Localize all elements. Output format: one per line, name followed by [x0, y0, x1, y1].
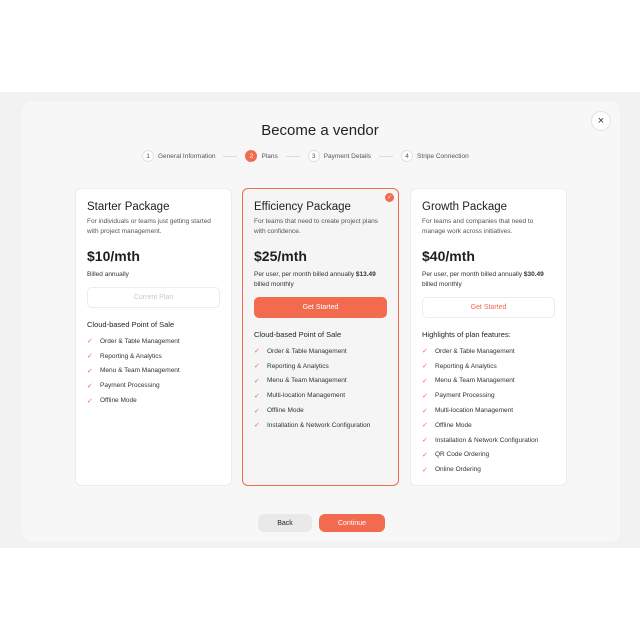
feature-item: ✓ Installation & Network Configuration	[422, 436, 539, 445]
check-icon: ✓	[254, 422, 260, 430]
plan-description: For teams that need to create project pl…	[254, 218, 378, 235]
plan-price: $40/mth	[422, 248, 475, 264]
check-icon: ✓	[422, 451, 428, 459]
get-started-button[interactable]: Get Started	[254, 297, 387, 318]
continue-button[interactable]: Continue	[319, 514, 385, 532]
feature-item: ✓ Reporting & Analytics	[254, 362, 329, 371]
check-icon: ✓	[87, 382, 93, 390]
plan-card-efficiency[interactable]: ✓ Efficiency Package For teams that need…	[242, 188, 399, 486]
feature-item: ✓ Menu & Team Management	[422, 377, 515, 385]
check-icon: ✓	[254, 407, 260, 415]
plan-description: For individuals or teams just getting st…	[87, 218, 211, 235]
check-icon: ✓	[422, 392, 428, 400]
check-icon: ✓	[87, 353, 93, 361]
step-connector	[379, 155, 394, 157]
back-button[interactable]: Back	[258, 514, 312, 532]
feature-item: ✓ Menu & Team Management	[87, 367, 180, 375]
feature-item: ✓ Payment Processing	[422, 392, 495, 400]
plan-name: Efficiency Package	[254, 201, 351, 213]
feature-item: ✓ Offline Mode	[87, 397, 137, 405]
feature-item: ✓ QR Code Ordering	[422, 451, 490, 459]
feature-item: ✓ Reporting & Analytics	[87, 352, 162, 361]
plan-billing: Per user, per month billed annually $30.…	[422, 271, 544, 288]
check-icon: ✓	[254, 363, 260, 371]
feature-item: ✓ Online Ordering	[422, 466, 481, 474]
get-started-button[interactable]: Get Started	[422, 297, 555, 318]
features-title: Cloud-based Point of Sale	[87, 320, 175, 329]
selected-check-icon: ✓	[385, 193, 394, 202]
check-icon: ✓	[87, 338, 93, 346]
check-icon: ✓	[87, 397, 93, 405]
dialog-title: Become a vendor	[261, 122, 379, 139]
feature-item: ✓ Reporting & Analytics	[422, 362, 497, 371]
feature-item: ✓ Offline Mode	[422, 421, 472, 430]
feature-item: ✓ Multi-location Management	[422, 407, 514, 415]
step-number: 3	[307, 150, 320, 162]
step-stripe-connection[interactable]: 4 Stripe Connection	[401, 150, 469, 162]
step-connector	[223, 155, 238, 157]
features-title: Cloud-based Point of Sale	[254, 330, 342, 339]
plan-description: For teams and companies that need to man…	[422, 218, 534, 235]
check-icon: ✓	[422, 407, 428, 415]
check-icon: ✓	[422, 363, 428, 371]
feature-item: ✓ Menu & Team Management	[254, 377, 347, 385]
check-icon: ✓	[254, 348, 260, 356]
feature-item: ✓ Order & Table Management	[254, 347, 347, 356]
feature-list: ✓ Order & Table Management ✓ Reporting & A…	[87, 334, 220, 408]
check-icon: ✓	[422, 377, 428, 385]
feature-item: ✓ Order & Table Management	[422, 347, 515, 356]
check-icon: ✓	[87, 367, 93, 375]
check-icon: ✓	[254, 377, 260, 385]
feature-list: ✓ Order & Table Management ✓ Reporting & A…	[422, 344, 555, 477]
plan-name: Growth Package	[422, 201, 508, 213]
plan-billing: Per user, per month billed annually $13.…	[254, 271, 376, 288]
check-icon: ✓	[422, 437, 428, 445]
stepper: 1 General Information 2 Plans 3 Payment …	[142, 149, 512, 163]
feature-item: ✓ Multi-location Management	[254, 392, 346, 400]
feature-list: ✓ Order & Table Management ✓ Reporting & A…	[254, 344, 387, 433]
plan-card-starter[interactable]: Starter Package For individuals or teams…	[75, 188, 232, 486]
plan-price: $25/mth	[254, 248, 307, 264]
check-icon: ✓	[422, 348, 428, 356]
plan-card-growth[interactable]: Growth Package For teams and companies t…	[410, 188, 567, 486]
feature-item: ✓ Installation & Network Configuration	[254, 421, 371, 430]
step-general-information[interactable]: 1 General Information	[142, 150, 215, 162]
check-icon: ✓	[254, 392, 260, 400]
step-plans[interactable]: 2 Plans	[245, 150, 278, 162]
check-icon: ✓	[422, 466, 428, 474]
step-label: Plans	[261, 152, 278, 160]
step-number: 2	[245, 150, 258, 162]
plan-name: Starter Package	[87, 201, 170, 213]
check-icon: ✓	[422, 422, 428, 430]
plan-billing: Billed annually	[87, 271, 129, 278]
step-number: 4	[401, 150, 414, 162]
step-label: General Information	[158, 152, 216, 160]
step-payment-details[interactable]: 3 Payment Details	[307, 150, 372, 162]
plan-price: $10/mth	[87, 248, 140, 264]
step-number: 1	[142, 150, 154, 162]
features-title: Highlights of plan features:	[422, 330, 511, 339]
step-connector	[285, 155, 300, 157]
step-label: Stripe Connection	[417, 152, 469, 160]
feature-item: ✓ Payment Processing	[87, 382, 160, 390]
step-label: Payment Details	[323, 152, 372, 160]
current-plan-button[interactable]: Current Plan	[87, 287, 220, 308]
feature-item: ✓ Offline Mode	[254, 407, 304, 415]
feature-item: ✓ Order & Table Management	[87, 337, 180, 346]
